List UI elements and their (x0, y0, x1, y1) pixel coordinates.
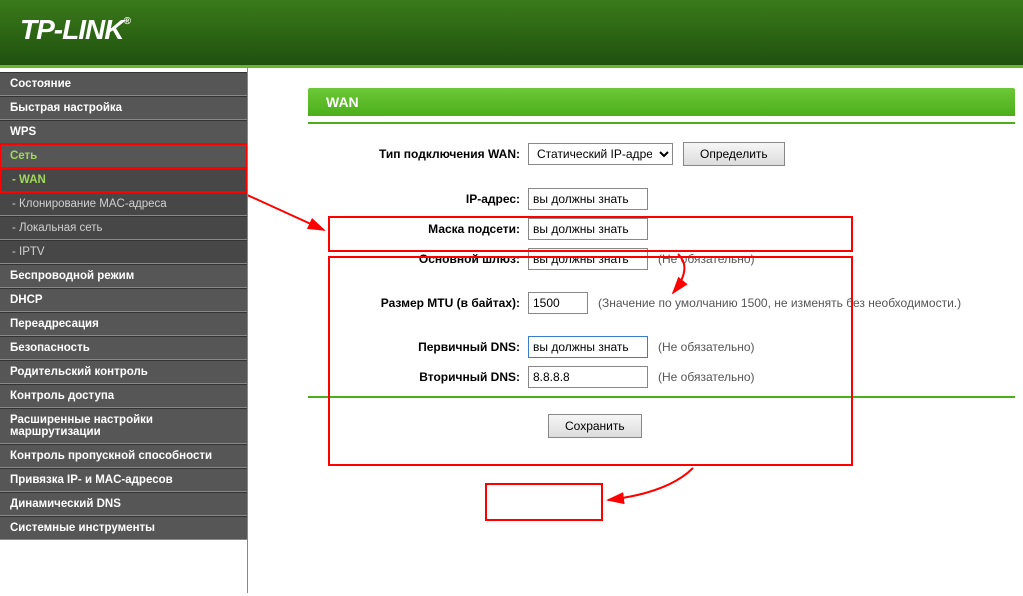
label-wan-type: Тип подключения WAN: (308, 147, 528, 161)
sidebar-item-6[interactable]: - Локальная сеть (0, 216, 247, 240)
sidebar-item-9[interactable]: DHCP (0, 288, 247, 312)
sidebar-menu: СостояниеБыстрая настройкаWPSСеть- WAN- … (0, 68, 248, 593)
wan-form: Тип подключения WAN: Статический IP-адре… (308, 142, 1015, 388)
input-ip[interactable] (528, 188, 648, 210)
header-bar: TP-LINK® (0, 0, 1023, 68)
select-wan-type[interactable]: Статический IP-адрес (528, 143, 673, 165)
brand-logo: TP-LINK® (20, 14, 130, 46)
save-button[interactable]: Сохранить (548, 414, 642, 438)
label-dns2: Вторичный DNS: (308, 370, 528, 384)
sidebar-item-17[interactable]: Динамический DNS (0, 492, 247, 516)
panel-divider-top (308, 122, 1015, 124)
sidebar-item-3[interactable]: Сеть (0, 144, 247, 168)
label-dns1: Первичный DNS: (308, 340, 528, 354)
input-dns1[interactable] (528, 336, 648, 358)
sidebar-item-18[interactable]: Системные инструменты (0, 516, 247, 540)
label-ip: IP-адрес: (308, 192, 528, 206)
sidebar-item-12[interactable]: Родительский контроль (0, 360, 247, 384)
label-gateway: Основной шлюз: (308, 252, 528, 266)
sidebar-item-13[interactable]: Контроль доступа (0, 384, 247, 408)
sidebar-item-10[interactable]: Переадресация (0, 312, 247, 336)
sidebar-item-4[interactable]: - WAN (0, 168, 247, 192)
row-mtu: Размер MTU (в байтах): (Значение по умол… (308, 292, 1015, 314)
main-content: WAN Тип подключения WAN: Статический IP-… (248, 68, 1023, 593)
input-mask[interactable] (528, 218, 648, 240)
label-mtu: Размер MTU (в байтах): (308, 296, 528, 310)
sidebar-item-8[interactable]: Беспроводной режим (0, 264, 247, 288)
sidebar-item-16[interactable]: Привязка IP- и MAC-адресов (0, 468, 247, 492)
input-gateway[interactable] (528, 248, 648, 270)
sidebar-item-5[interactable]: - Клонирование MAC-адреса (0, 192, 247, 216)
row-dns1: Первичный DNS: (Не обязательно) (308, 336, 1015, 358)
sidebar-item-11[interactable]: Безопасность (0, 336, 247, 360)
annotation-box-save (485, 483, 603, 521)
sidebar-item-1[interactable]: Быстрая настройка (0, 96, 247, 120)
hint-dns2: (Не обязательно) (658, 370, 755, 384)
label-mask: Маска подсети: (308, 222, 528, 236)
sidebar-item-2[interactable]: WPS (0, 120, 247, 144)
row-dns2: Вторичный DNS: (Не обязательно) (308, 366, 1015, 388)
row-gateway: Основной шлюз: (Не обязательно) (308, 248, 1015, 270)
panel-title: WAN (308, 88, 1015, 116)
sidebar-item-14[interactable]: Расширенные настройки маршрутизации (0, 408, 247, 444)
sidebar-item-7[interactable]: - IPTV (0, 240, 247, 264)
hint-mtu: (Значение по умолчанию 1500, не изменять… (598, 296, 961, 310)
detect-button[interactable]: Определить (683, 142, 785, 166)
hint-dns1: (Не обязательно) (658, 340, 755, 354)
sidebar-item-15[interactable]: Контроль пропускной способности (0, 444, 247, 468)
input-mtu[interactable] (528, 292, 588, 314)
hint-gateway: (Не обязательно) (658, 252, 755, 266)
row-mask: Маска подсети: (308, 218, 1015, 240)
row-wan-type: Тип подключения WAN: Статический IP-адре… (308, 142, 1015, 166)
input-dns2[interactable] (528, 366, 648, 388)
panel-divider-bottom (308, 396, 1015, 398)
sidebar-item-0[interactable]: Состояние (0, 72, 247, 96)
row-ip: IP-адрес: (308, 188, 1015, 210)
